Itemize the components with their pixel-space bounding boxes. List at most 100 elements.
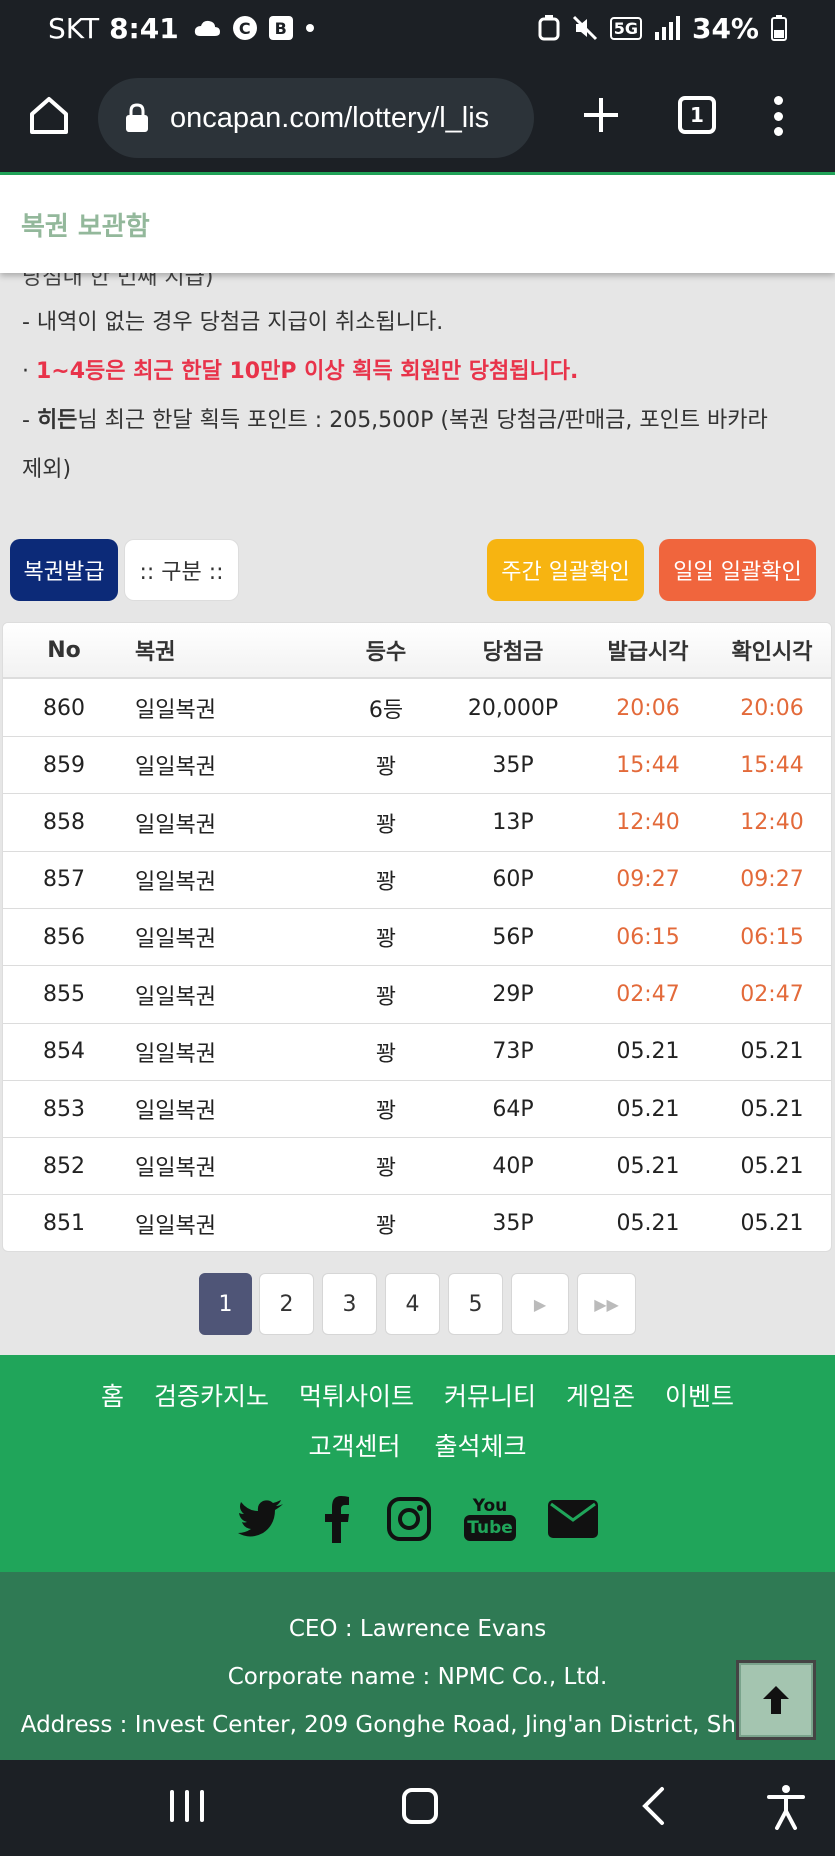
system-nav-bar (0, 1760, 835, 1856)
system-icons: 5G 34% (538, 12, 787, 45)
row-rank: 꽝 (375, 812, 397, 838)
row-rank: 꽝 (375, 1156, 397, 1182)
row-rank: 꽝 (375, 1099, 397, 1125)
page-button-1[interactable]: 1 (199, 1273, 252, 1335)
weekly-check-all-button[interactable]: 주간 일괄확인 (487, 539, 644, 601)
row-no: 855 (43, 982, 85, 1007)
recent-apps-icon[interactable] (170, 1790, 204, 1822)
row-rank: 꽝 (375, 927, 397, 953)
row-checked-time: 09:27 (740, 867, 804, 893)
table-row: 857 일일복권 꽝 60P 09:27 09:27 (3, 852, 831, 909)
nav-home-icon[interactable] (402, 1788, 438, 1824)
table-row: 859 일일복권 꽝 35P 15:44 15:44 (3, 737, 831, 795)
row-prize: 60P (492, 867, 534, 893)
row-issued-time: 05.21 (616, 1096, 680, 1122)
notice-prefix: - (22, 408, 37, 433)
row-prize: 64P (492, 1096, 534, 1122)
header-issued-time: 발급시각 (607, 640, 689, 665)
row-no: 853 (43, 1096, 85, 1122)
header-rank: 등수 (365, 640, 407, 665)
row-lottery: 일일복권 (135, 1156, 216, 1182)
row-no: 852 (43, 1153, 85, 1179)
scroll-to-top-button[interactable] (736, 1660, 816, 1740)
row-prize: 56P (492, 924, 534, 950)
mail-icon[interactable] (548, 1493, 598, 1545)
dot-icon (305, 24, 314, 32)
footer-link-events[interactable]: 이벤트 (665, 1377, 734, 1413)
notice-panel: 당첨내 한 번째 지급) - 내역이 없는 경우 당첨금 지급이 취소됩니다. … (0, 273, 835, 493)
url-text: oncapan.com/lottery/l_lis (170, 101, 490, 134)
footer-link-support[interactable]: 고객센터 (308, 1427, 400, 1463)
row-no: 859 (43, 752, 85, 778)
daily-check-all-button[interactable]: 일일 일괄확인 (659, 539, 816, 601)
recycle-icon (538, 15, 560, 41)
page-button-2[interactable]: 2 (259, 1273, 314, 1335)
footer-link-community[interactable]: 커뮤니티 (444, 1377, 536, 1413)
row-checked-time: 05.21 (740, 1211, 804, 1237)
row-rank: 꽝 (375, 869, 397, 895)
new-tab-icon[interactable] (580, 94, 622, 136)
row-issued-time: 05.21 (616, 1153, 680, 1179)
header-no: No (47, 637, 81, 663)
row-prize: 13P (492, 810, 534, 836)
row-issued-time: 06:15 (616, 924, 680, 950)
youtube-icon[interactable]: You Tube (464, 1493, 516, 1545)
page-button-5[interactable]: 5 (448, 1273, 503, 1335)
accessibility-icon[interactable] (766, 1784, 806, 1830)
page-button-3[interactable]: 3 (322, 1273, 377, 1335)
footer-link-game-zone[interactable]: 게임존 (566, 1377, 635, 1413)
category-select[interactable]: :: 구분 :: (124, 539, 239, 601)
footer-link-attendance[interactable]: 출석체크 (435, 1427, 527, 1463)
row-rank: 꽝 (375, 1041, 397, 1067)
row-checked-time: 15:44 (740, 752, 804, 778)
footer-link-verified-casino[interactable]: 검증카지노 (154, 1377, 269, 1413)
table-row: 851 일일복권 꽝 35P 05.21 05.21 (3, 1196, 831, 1251)
table-row: 858 일일복권 꽝 13P 12:40 12:40 (3, 795, 831, 852)
tab-switcher-button[interactable]: 1 (678, 96, 716, 134)
notification-icons: C B (193, 16, 315, 40)
facebook-icon[interactable] (324, 1493, 350, 1545)
notice-line-4: 제외) (22, 457, 72, 482)
footer-link-home[interactable]: 홈 (101, 1377, 124, 1413)
row-no: 851 (43, 1211, 85, 1237)
table-row: 854 일일복권 꽝 73P 05.21 05.21 (3, 1024, 831, 1081)
lottery-table: No 복권 등수 당첨금 발급시각 확인시각 860 일일복권 6등 20,000P 2… (2, 622, 832, 1252)
row-rank: 6등 (368, 698, 404, 723)
row-no: 854 (43, 1039, 85, 1065)
row-lottery: 일일복권 (135, 927, 216, 953)
row-lottery: 일일복권 (135, 812, 216, 838)
table-header: No 복권 등수 당첨금 발급시각 확인시각 (3, 623, 831, 679)
b-badge-icon: B (268, 16, 293, 40)
clock-time: 8:41 (109, 11, 179, 45)
issue-lottery-button[interactable]: 복권발급 (10, 539, 118, 601)
header-lottery: 복권 (135, 640, 176, 665)
table-row: 853 일일복권 꽝 64P 05.21 05.21 (3, 1081, 831, 1139)
footer-nav-row-2: 고객센터 출석체크 (0, 1427, 835, 1463)
arrow-up-icon (763, 1686, 789, 1714)
address-bar[interactable]: oncapan.com/lottery/l_lis (98, 78, 534, 158)
youtube-top-text: You (472, 1496, 508, 1516)
row-prize: 35P (492, 752, 534, 778)
page-button-4[interactable]: 4 (385, 1273, 440, 1335)
row-issued-time: 02:47 (616, 982, 680, 1007)
browser-menu-icon[interactable] (770, 96, 786, 136)
row-checked-time: 05.21 (740, 1096, 804, 1122)
row-no: 856 (43, 924, 85, 950)
mute-icon (572, 15, 597, 41)
footer-company-info: CEO : Lawrence Evans Corporate name : NP… (0, 1572, 835, 1760)
footer-link-scam-sites[interactable]: 먹튀사이트 (299, 1377, 414, 1413)
instagram-icon[interactable] (387, 1493, 431, 1545)
row-no: 857 (43, 867, 85, 893)
last-page-button[interactable]: ▶▶ (577, 1273, 636, 1335)
notice-points: 님 최근 한달 획득 포인트 : 205,500P (복권 당첨금/판매금, 포… (77, 408, 768, 433)
next-page-button[interactable]: ▶ (511, 1273, 569, 1335)
back-icon[interactable] (640, 1786, 666, 1826)
row-no: 858 (43, 810, 85, 836)
row-lottery: 일일복권 (135, 1213, 216, 1239)
browser-home-icon[interactable] (28, 94, 70, 136)
signal-icon (654, 16, 680, 40)
page-header: 복권 보관함 (0, 175, 835, 273)
row-rank: 꽝 (375, 1213, 397, 1239)
twitter-icon[interactable] (238, 1493, 284, 1545)
play-triangle-icon: ▶ (533, 1294, 547, 1314)
